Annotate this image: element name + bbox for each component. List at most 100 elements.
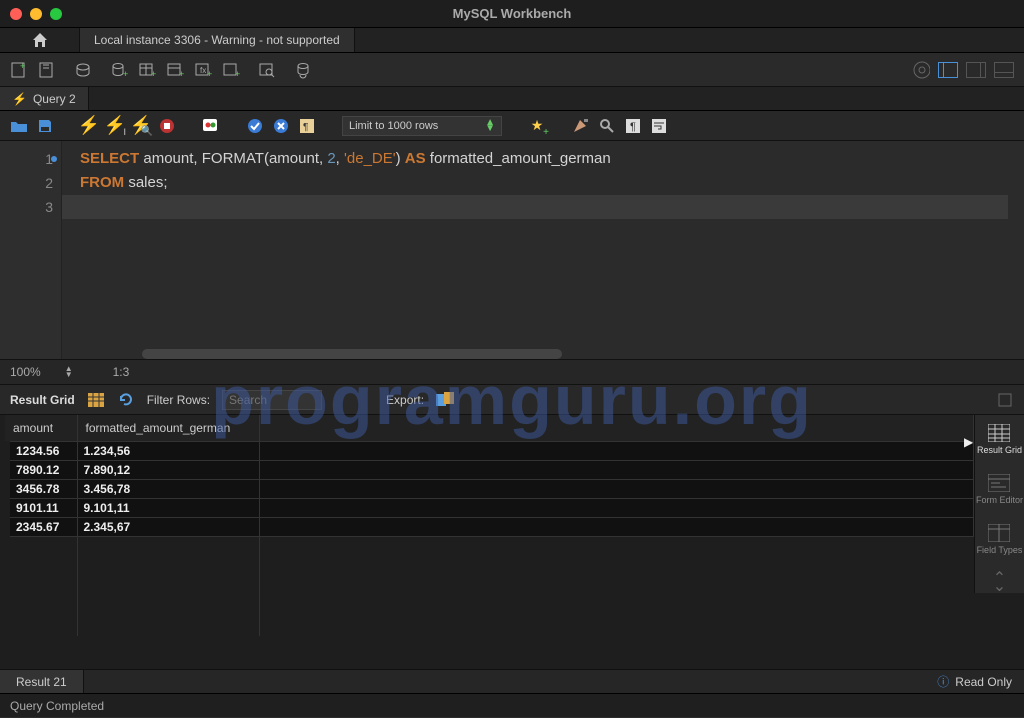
editor-statusbar: 100% ▲▼ 1:3: [0, 359, 1024, 385]
toggle-whitespace-icon[interactable]: ¶: [298, 117, 316, 135]
column-header: [259, 415, 974, 441]
cursor-position: 1:3: [113, 365, 130, 379]
titlebar: MySQL Workbench: [0, 0, 1024, 28]
svg-text:¶: ¶: [630, 121, 636, 133]
readonly-label: Read Only: [955, 675, 1012, 689]
refresh-icon[interactable]: [117, 391, 135, 409]
close-window-button[interactable]: [10, 8, 22, 20]
explain-icon[interactable]: ⚡🔍: [132, 117, 150, 135]
filter-rows-label: Filter Rows:: [147, 393, 210, 407]
svg-text:+: +: [151, 69, 156, 79]
home-icon: [31, 32, 49, 48]
create-table-icon[interactable]: +: [138, 61, 156, 79]
app-title: MySQL Workbench: [0, 6, 1024, 21]
inspector-icon[interactable]: [74, 61, 92, 79]
table-header-row: amount formatted_amount_german: [5, 415, 974, 441]
result-grid-label: Result Grid: [10, 393, 75, 407]
table-row[interactable]: 1234.561.234,56: [5, 441, 974, 460]
zoom-label: 100%: [10, 365, 41, 379]
create-view-icon[interactable]: +: [166, 61, 184, 79]
home-tab[interactable]: [0, 28, 80, 52]
toggle-sidebar-icon[interactable]: [938, 62, 958, 78]
svg-text:+: +: [179, 69, 184, 79]
query-tab-label: Query 2: [33, 92, 76, 106]
commit-icon[interactable]: [246, 117, 264, 135]
favorite-icon[interactable]: ★+: [528, 117, 546, 135]
column-header[interactable]: amount: [5, 415, 77, 441]
search-table-data-icon[interactable]: [258, 61, 276, 79]
statement-marker-icon: [51, 156, 57, 162]
chevron-updown-icon: ⌃⌄: [988, 573, 1012, 593]
svg-text:¶: ¶: [303, 122, 308, 133]
save-file-icon[interactable]: [36, 117, 54, 135]
stop-icon[interactable]: [158, 117, 176, 135]
export-label: Export:: [386, 393, 424, 407]
toggle-output-icon[interactable]: [994, 62, 1014, 78]
grid-view-icon[interactable]: [87, 391, 105, 409]
rollback-icon[interactable]: [272, 117, 290, 135]
execute-icon[interactable]: ⚡: [80, 117, 98, 135]
toggle-secondary-sidebar-icon[interactable]: [966, 62, 986, 78]
table-row[interactable]: 9101.119.101,11: [5, 498, 974, 517]
connection-tab[interactable]: Local instance 3306 - Warning - not supp…: [80, 28, 355, 52]
line-gutter: 1 2 3: [0, 141, 62, 359]
connection-tab-label: Local instance 3306 - Warning - not supp…: [94, 33, 340, 47]
svg-text:fx: fx: [200, 66, 206, 75]
reconnect-icon[interactable]: [294, 61, 312, 79]
pin-icon[interactable]: [996, 391, 1014, 409]
result-tabbar: Result 21 ⓘ Read Only: [0, 669, 1024, 693]
settings-icon[interactable]: [912, 61, 930, 79]
code-area[interactable]: SELECT amount, FORMAT(amount, 2, 'de_DE'…: [62, 141, 1024, 359]
svg-text:+: +: [123, 69, 128, 79]
sidepanel-form-editor[interactable]: Form Editor: [976, 473, 1023, 505]
row-limit-label: Limit to 1000 rows: [349, 120, 438, 132]
beautify-icon[interactable]: [572, 117, 590, 135]
window-controls: [10, 8, 62, 20]
field-types-icon: [987, 523, 1011, 543]
table-row[interactable]: 2345.672.345,67: [5, 517, 974, 536]
sidepanel-result-grid[interactable]: Result Grid: [977, 423, 1022, 455]
wrap-icon[interactable]: [650, 117, 668, 135]
invisible-chars-icon[interactable]: ¶: [624, 117, 642, 135]
new-sql-tab-icon[interactable]: +: [10, 61, 28, 79]
zoom-stepper[interactable]: ▲▼: [65, 366, 73, 378]
sidepanel-nav[interactable]: ⌃⌄: [988, 573, 1012, 593]
horizontal-scrollbar[interactable]: [142, 349, 562, 359]
create-schema-icon[interactable]: +: [110, 61, 128, 79]
result-area: amount formatted_amount_german 1234.561.…: [0, 415, 1024, 669]
row-limit-select[interactable]: Limit to 1000 rows ▲▼: [342, 116, 502, 136]
sidepanel-field-types[interactable]: Field Types: [977, 523, 1023, 555]
export-icon[interactable]: [436, 391, 454, 409]
minimize-window-button[interactable]: [30, 8, 42, 20]
create-procedure-icon[interactable]: fx+: [194, 61, 212, 79]
filter-rows-input[interactable]: [222, 390, 322, 410]
zoom-window-button[interactable]: [50, 8, 62, 20]
result-tab-label: Result 21: [16, 675, 67, 689]
query-tabbar: ⚡ Query 2: [0, 87, 1024, 111]
result-toolbar: Result Grid Filter Rows: Export:: [0, 385, 1024, 415]
sql-editor[interactable]: 1 2 3 SELECT amount, FORMAT(amount, 2, '…: [0, 141, 1024, 359]
svg-text:+: +: [20, 61, 25, 71]
svg-text:+: +: [235, 69, 240, 79]
table-row[interactable]: 3456.783.456,78: [5, 479, 974, 498]
sql-toolbar: ⚡ ⚡I ⚡🔍 ¶ Limit to 1000 rows ▲▼ ★+ ¶: [0, 111, 1024, 141]
find-icon[interactable]: [598, 117, 616, 135]
toggle-autocommit-icon[interactable]: [202, 117, 220, 135]
readonly-indicator: ⓘ Read Only: [925, 670, 1024, 693]
svg-text:+: +: [207, 69, 212, 79]
result-grid[interactable]: amount formatted_amount_german 1234.561.…: [0, 415, 974, 669]
create-function-icon[interactable]: +: [222, 61, 240, 79]
result-tab[interactable]: Result 21: [0, 670, 84, 693]
query-tab[interactable]: ⚡ Query 2: [0, 87, 89, 110]
table-row[interactable]: 7890.127.890,12: [5, 460, 974, 479]
lightning-icon: ⚡: [12, 92, 27, 106]
open-file-icon[interactable]: [10, 117, 28, 135]
execute-current-icon[interactable]: ⚡I: [106, 117, 124, 135]
collapse-sidepanel-icon[interactable]: ▶: [964, 435, 973, 449]
grid-icon: [987, 423, 1011, 443]
connection-tabbar: Local instance 3306 - Warning - not supp…: [0, 28, 1024, 53]
open-sql-file-icon[interactable]: [38, 61, 56, 79]
column-header[interactable]: formatted_amount_german: [77, 415, 259, 441]
dropdown-arrows-icon: ▲▼: [485, 120, 495, 132]
info-icon: ⓘ: [937, 673, 949, 690]
